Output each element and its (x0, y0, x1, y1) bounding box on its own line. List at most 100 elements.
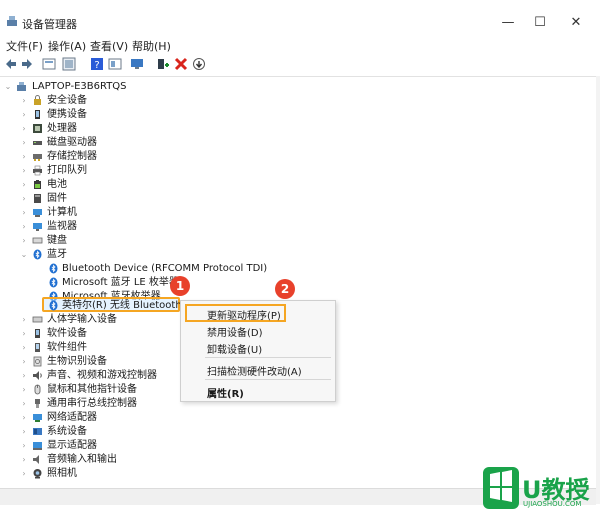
watermark-logo-icon (483, 467, 519, 509)
uninstall-icon[interactable] (174, 57, 188, 71)
tree-category-usb[interactable]: › 通用串行总线控制器 (0, 397, 200, 410)
tree-category-system[interactable]: › 系统设备 (0, 425, 200, 438)
menu-file[interactable]: 文件(F) (6, 38, 43, 54)
tree-category-label: 鼠标和其他指针设备 (47, 384, 137, 395)
close-button[interactable]: ✕ (556, 12, 596, 34)
tree-category-processor[interactable]: › 处理器 (0, 122, 200, 135)
speaker-icon (33, 371, 42, 380)
tree-category-audio-io[interactable]: › 音频输入和输出 (0, 453, 200, 466)
expand-chevron-icon[interactable]: › (20, 178, 28, 191)
expand-chevron-icon[interactable]: › (20, 206, 28, 219)
menu-update-driver[interactable]: 更新驱动程序(P) (207, 307, 281, 322)
menu-separator (205, 357, 331, 358)
tree-category-biometric[interactable]: › 生物识别设备 (0, 355, 200, 368)
tree-category-bluetooth[interactable]: ⌄ 蓝牙 (0, 248, 200, 261)
expand-chevron-icon[interactable]: › (20, 453, 28, 466)
tree-category-display[interactable]: › 显示适配器 (0, 439, 200, 452)
tree-category-hid[interactable]: › 人体学输入设备 (0, 313, 200, 326)
help-icon[interactable]: ? (90, 57, 104, 71)
menu-bar: 文件(F) 操作(A) 查看(V) 帮助(H) (0, 38, 600, 54)
expand-chevron-icon[interactable]: › (20, 425, 28, 438)
collapse-chevron-icon[interactable]: ⌄ (20, 248, 28, 261)
tree-category-storage[interactable]: › 存储控制器 (0, 150, 200, 163)
tree-category-network[interactable]: › 网络适配器 (0, 411, 200, 424)
expand-chevron-icon[interactable]: › (20, 234, 28, 247)
tree-category-label: 计算机 (47, 207, 77, 218)
expand-chevron-icon[interactable]: › (20, 192, 28, 205)
expand-chevron-icon[interactable]: › (20, 369, 28, 382)
tree-category-computer[interactable]: › 计算机 (0, 206, 200, 219)
expand-chevron-icon[interactable]: › (20, 220, 28, 233)
expand-chevron-icon[interactable]: › (20, 411, 28, 424)
expand-chevron-icon[interactable]: › (20, 397, 28, 410)
bluetooth-child-le-enum[interactable]: Microsoft 蓝牙 LE 枚举器 (0, 276, 300, 289)
tree-category-label: 音频输入和输出 (47, 454, 117, 465)
storage-controller-icon (33, 154, 42, 161)
tree-category-mouse[interactable]: › 鼠标和其他指针设备 (0, 383, 200, 396)
tree-category-portable[interactable]: › 便携设备 (0, 108, 200, 121)
tree-category-keyboard[interactable]: › 键盘 (0, 234, 200, 247)
menu-help[interactable]: 帮助(H) (132, 38, 171, 54)
monitor-icon[interactable] (130, 57, 144, 71)
toolbar: ? (0, 54, 600, 77)
tree-category-label: 系统设备 (47, 426, 87, 437)
tree-category-disk[interactable]: › 磁盘驱动器 (0, 136, 200, 149)
expand-chevron-icon[interactable]: › (20, 383, 28, 396)
bluetooth-icon (49, 300, 58, 311)
expand-chevron-icon[interactable]: › (20, 108, 28, 121)
menu-scan-hardware[interactable]: 扫描检测硬件改动(A) (207, 363, 302, 378)
bluetooth-child-label: Microsoft 蓝牙 LE 枚举器 (62, 277, 179, 288)
show-hidden-icon[interactable] (62, 57, 76, 71)
keyboard-icon (32, 237, 43, 244)
back-icon[interactable] (4, 57, 18, 71)
tree-category-label: 磁盘驱动器 (47, 137, 97, 148)
properties-icon[interactable] (42, 57, 56, 71)
device-manager-icon (7, 16, 17, 26)
software-device-icon (35, 329, 40, 338)
tree-category-software-device[interactable]: › 软件设备 (0, 327, 200, 340)
expand-chevron-icon[interactable]: › (20, 122, 28, 135)
expand-chevron-icon[interactable]: › (20, 355, 28, 368)
bluetooth-child-intel[interactable]: 英特尔(R) 无线 Bluetooth(R) (0, 299, 200, 312)
add-driver-icon[interactable] (156, 57, 170, 71)
vertical-scrollbar[interactable] (596, 76, 600, 504)
tree-category-firmware[interactable]: › 固件 (0, 192, 200, 205)
menu-properties[interactable]: 属性(R) (207, 385, 244, 400)
tree-category-label: 电池 (47, 179, 67, 190)
menu-view[interactable]: 查看(V) (90, 38, 128, 54)
maximize-button[interactable]: ☐ (520, 12, 560, 34)
menu-action[interactable]: 操作(A) (48, 38, 86, 54)
tree-category-sound[interactable]: › 声音、视频和游戏控制器 (0, 369, 200, 382)
svg-text:?: ? (94, 60, 99, 71)
expand-chevron-icon[interactable]: › (20, 94, 28, 107)
tree-category-battery[interactable]: › 电池 (0, 178, 200, 191)
processor-icon (33, 124, 42, 133)
mouse-icon (34, 384, 41, 395)
tree-category-camera[interactable]: › 照相机 (0, 467, 200, 480)
expand-chevron-icon[interactable]: › (20, 313, 28, 326)
expand-chevron-icon[interactable]: › (20, 439, 28, 452)
tree-category-label: 存储控制器 (47, 151, 97, 162)
tree-root[interactable]: ⌄ LAPTOP-E3B6RTQS (0, 80, 200, 93)
expand-chevron-icon[interactable]: › (20, 341, 28, 354)
menu-disable-device[interactable]: 禁用设备(D) (207, 324, 263, 339)
download-icon[interactable] (192, 57, 206, 71)
tree-category-software-component[interactable]: › 软件组件 (0, 341, 200, 354)
expand-chevron-icon[interactable]: › (20, 150, 28, 163)
tree-category-security[interactable]: › 安全设备 (0, 94, 200, 107)
tree-category-label: 安全设备 (47, 95, 87, 106)
expand-chevron-icon[interactable]: › (20, 164, 28, 177)
audio-io-icon (33, 455, 39, 464)
tree-category-monitor[interactable]: › 监视器 (0, 220, 200, 233)
expand-chevron-icon[interactable]: › (20, 136, 28, 149)
menu-uninstall-device[interactable]: 卸载设备(U) (207, 341, 262, 356)
expand-chevron-icon[interactable]: › (20, 327, 28, 340)
collapse-chevron-icon[interactable]: ⌄ (4, 80, 12, 93)
tree-category-label: 软件组件 (47, 342, 87, 353)
expand-chevron-icon[interactable]: › (20, 467, 28, 480)
view-icon[interactable] (108, 57, 122, 71)
tree-category-print-queue[interactable]: › 打印队列 (0, 164, 200, 177)
bluetooth-child-label: Bluetooth Device (RFCOMM Protocol TDI) (62, 263, 268, 274)
bluetooth-child-rfcomm[interactable]: Bluetooth Device (RFCOMM Protocol TDI) (0, 262, 300, 275)
forward-icon[interactable] (20, 57, 34, 71)
